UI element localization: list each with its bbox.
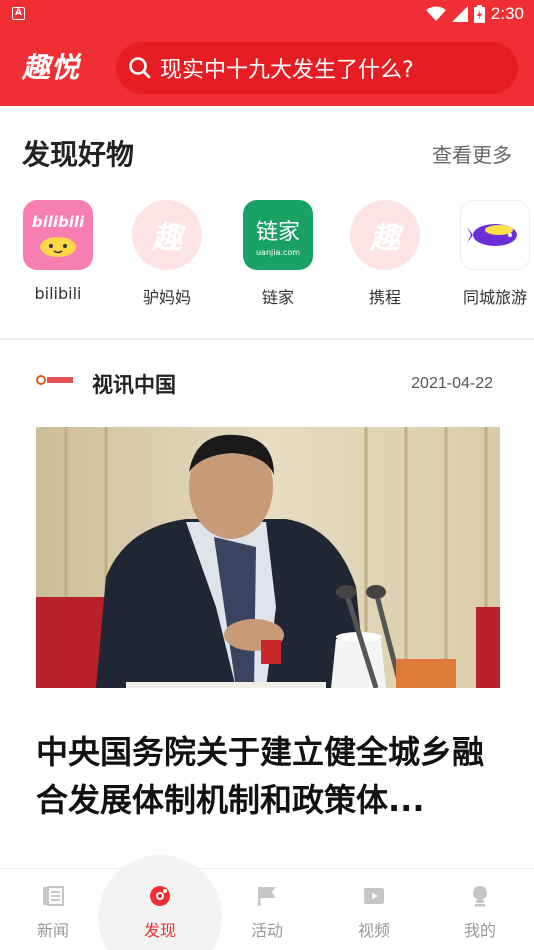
nav-label: 新闻: [36, 921, 69, 940]
app-logo[interactable]: 趣悦: [22, 46, 80, 86]
article-date: 2021-04-22: [411, 375, 493, 392]
notification-icon: A: [12, 7, 25, 20]
section-title: 发现好物: [22, 138, 135, 171]
lianjia-icon: 链家 uanjia.com: [243, 200, 313, 270]
app-header: A 2:30 趣悦 现实中十九大发生了什么?: [0, 0, 534, 106]
video-icon: [364, 888, 384, 904]
battery-icon: [473, 5, 485, 23]
app-item-ctrip[interactable]: 趣 携程: [335, 200, 435, 308]
nav-tab-news[interactable]: 新闻: [13, 885, 93, 941]
nav-label: 视频: [357, 921, 390, 940]
search-icon: [129, 57, 151, 79]
tongcheng-icon: [460, 200, 530, 270]
section-divider: [0, 338, 534, 340]
qu-icon: 趣: [132, 200, 202, 270]
nav-label: 发现: [143, 921, 176, 940]
nav-label: 活动: [250, 921, 283, 940]
nav-tab-profile[interactable]: 我的: [440, 885, 520, 941]
article-image[interactable]: [36, 427, 500, 688]
news-icon: [43, 886, 64, 906]
app-list: bilibili bilibili 趣 驴妈妈 链家 uanjia.com 链家…: [0, 200, 534, 310]
wifi-icon: [425, 6, 446, 21]
qu-icon: 趣: [350, 200, 420, 270]
app-item-lianjia[interactable]: 链家 uanjia.com 链家: [228, 200, 328, 308]
see-more-link[interactable]: 查看更多: [432, 139, 512, 168]
nav-tab-video[interactable]: 视频: [334, 885, 414, 941]
app-item-tongcheng[interactable]: 同城旅游: [445, 200, 534, 308]
profile-icon: [473, 886, 487, 907]
search-placeholder: 现实中十九大发生了什么?: [160, 58, 414, 83]
status-icons: 2:30: [425, 3, 524, 25]
app-label: 链家: [261, 288, 294, 307]
bilibili-icon: bilibili: [23, 200, 93, 270]
app-label: 同城旅游: [462, 288, 527, 307]
nav-tab-discover[interactable]: 发现: [120, 885, 200, 941]
source-name: 视讯中国: [92, 373, 176, 397]
source-logo: [36, 375, 73, 385]
app-item-bilibili[interactable]: bilibili bilibili: [8, 200, 108, 303]
article-title[interactable]: 中央国务院关于建立健全城乡融合发展体制机制和政策体...: [36, 728, 500, 824]
search-bar[interactable]: 现实中十九大发生了什么?: [116, 42, 518, 94]
app-item-lvmama[interactable]: 趣 驴妈妈: [117, 200, 217, 308]
nav-label: 我的: [463, 921, 496, 940]
status-time: 2:30: [490, 4, 524, 23]
app-label: 驴妈妈: [142, 288, 191, 307]
app-label: 携程: [368, 288, 401, 307]
discover-icon: [150, 886, 170, 906]
signal-icon: [451, 6, 468, 22]
flag-icon: [258, 887, 276, 906]
app-label: bilibili: [34, 284, 82, 303]
nav-tab-events[interactable]: 活动: [227, 885, 307, 941]
status-bar: A 2:30: [0, 0, 534, 28]
